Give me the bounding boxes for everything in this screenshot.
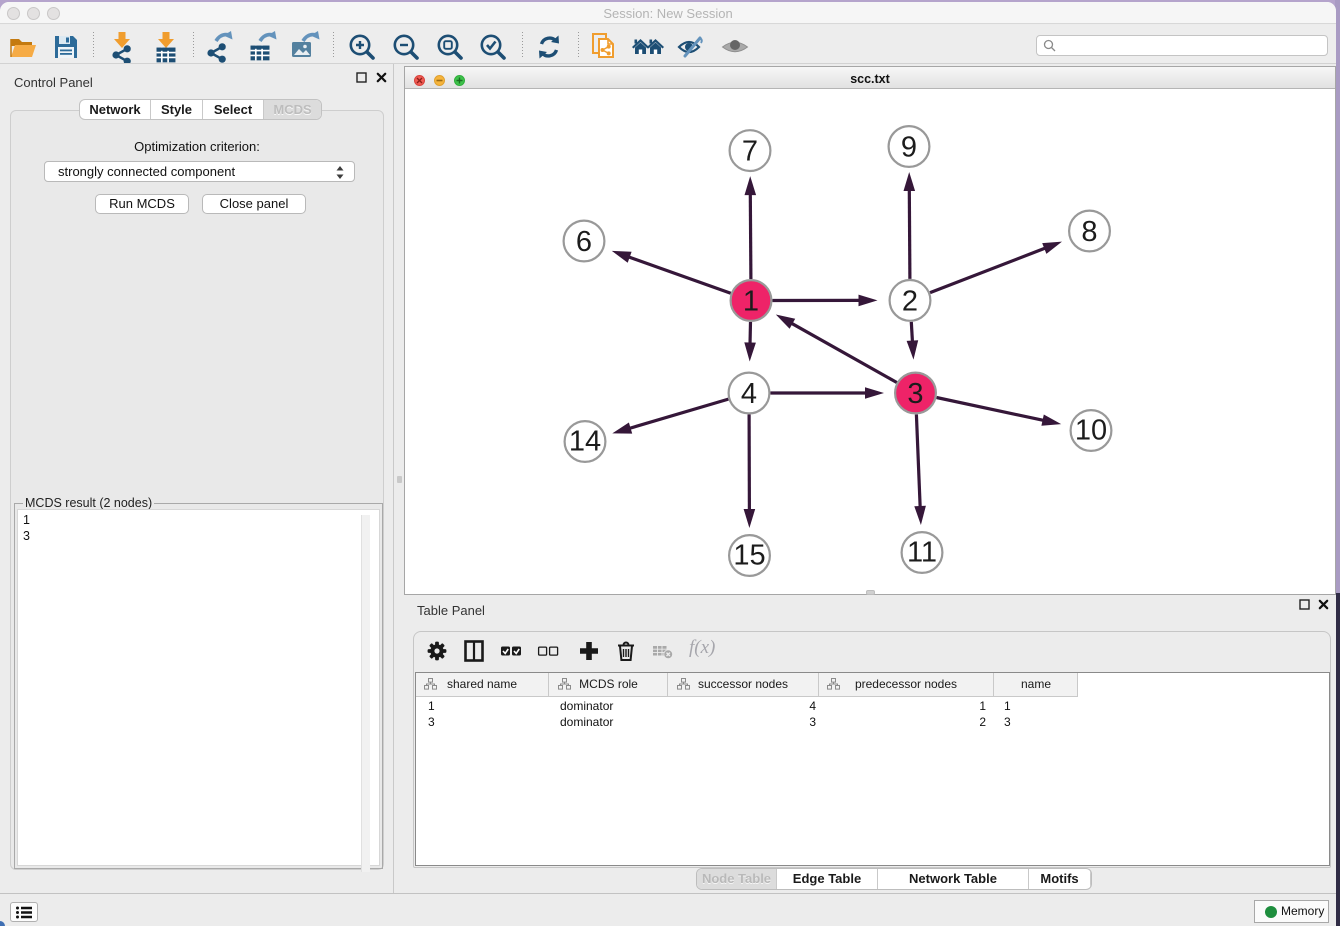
svg-text:2: 2: [902, 285, 918, 317]
svg-text:10: 10: [1075, 415, 1107, 447]
svg-text:14: 14: [569, 426, 601, 458]
svg-text:7: 7: [742, 136, 758, 168]
svg-text:15: 15: [733, 540, 765, 572]
svg-text:6: 6: [576, 226, 592, 258]
svg-text:4: 4: [741, 378, 757, 410]
svg-text:3: 3: [907, 378, 923, 410]
svg-text:1: 1: [743, 286, 759, 318]
svg-text:11: 11: [907, 537, 937, 569]
svg-text:8: 8: [1081, 216, 1097, 248]
svg-text:9: 9: [901, 132, 917, 164]
